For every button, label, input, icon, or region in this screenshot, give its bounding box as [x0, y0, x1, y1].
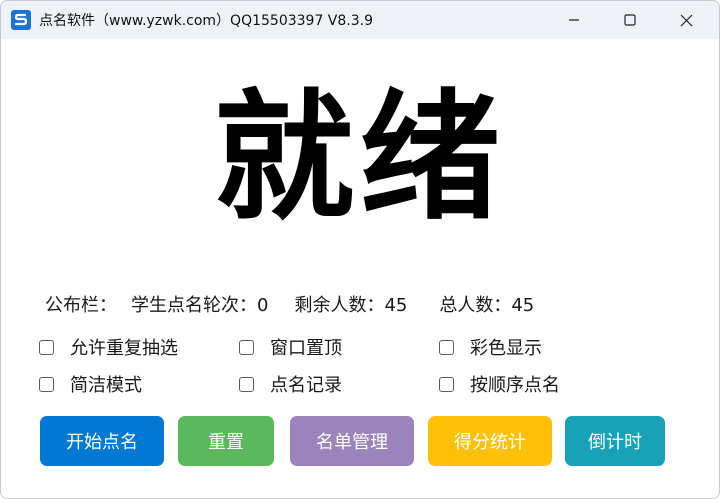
start-roll-call-button[interactable]: 开始点名 — [40, 416, 164, 466]
option-label: 彩色显示 — [470, 338, 542, 359]
app-window: 点名软件（www.yzwk.com）QQ15503397 V8.3.9 就绪 公… — [0, 0, 720, 499]
remaining-label: 剩余人数： — [294, 295, 385, 316]
countdown-button[interactable]: 倒计时 — [565, 416, 665, 466]
round-value: 0 — [257, 295, 269, 316]
minimize-button[interactable] — [549, 1, 599, 39]
bulletin-label: 公布栏： — [45, 295, 117, 316]
maximize-icon — [624, 14, 636, 26]
checkbox[interactable] — [439, 376, 454, 392]
maximize-button[interactable] — [605, 1, 655, 39]
option-label: 窗口置顶 — [270, 338, 342, 359]
bulletin-bar: 公布栏： 学生点名轮次：0 剩余人数：45 总人数：45 — [45, 291, 534, 317]
total-value: 45 — [511, 295, 535, 316]
option-roll-call-record[interactable]: 点名记录 — [239, 371, 342, 397]
option-sequential-call[interactable]: 按顺序点名 — [439, 371, 560, 397]
app-logo-icon — [11, 10, 31, 30]
option-label: 按顺序点名 — [470, 375, 560, 396]
round-label: 学生点名轮次： — [131, 295, 257, 316]
checkbox[interactable] — [239, 376, 254, 392]
close-icon — [680, 14, 692, 26]
checkbox[interactable] — [239, 339, 254, 355]
option-window-on-top[interactable]: 窗口置顶 — [239, 334, 342, 360]
window-title: 点名软件（www.yzwk.com）QQ15503397 V8.3.9 — [39, 13, 374, 29]
option-label: 允许重复抽选 — [70, 338, 178, 359]
roster-management-button[interactable]: 名单管理 — [290, 416, 414, 466]
option-simple-mode[interactable]: 简洁模式 — [39, 371, 142, 397]
option-label: 简洁模式 — [70, 375, 142, 396]
option-allow-repeat[interactable]: 允许重复抽选 — [39, 334, 178, 360]
checkbox[interactable] — [39, 376, 54, 392]
minimize-icon — [569, 19, 579, 21]
remaining-value: 45 — [384, 295, 408, 316]
total-label: 总人数： — [439, 295, 512, 316]
checkbox[interactable] — [439, 339, 454, 355]
checkbox[interactable] — [39, 339, 54, 355]
option-label: 点名记录 — [270, 375, 342, 396]
option-color-display[interactable]: 彩色显示 — [439, 334, 542, 360]
close-button[interactable] — [661, 1, 711, 39]
title-bar[interactable]: 点名软件（www.yzwk.com）QQ15503397 V8.3.9 — [1, 1, 719, 39]
score-statistics-button[interactable]: 得分统计 — [428, 416, 552, 466]
status-display: 就绪 — [213, 77, 506, 240]
reset-button[interactable]: 重置 — [178, 416, 274, 466]
